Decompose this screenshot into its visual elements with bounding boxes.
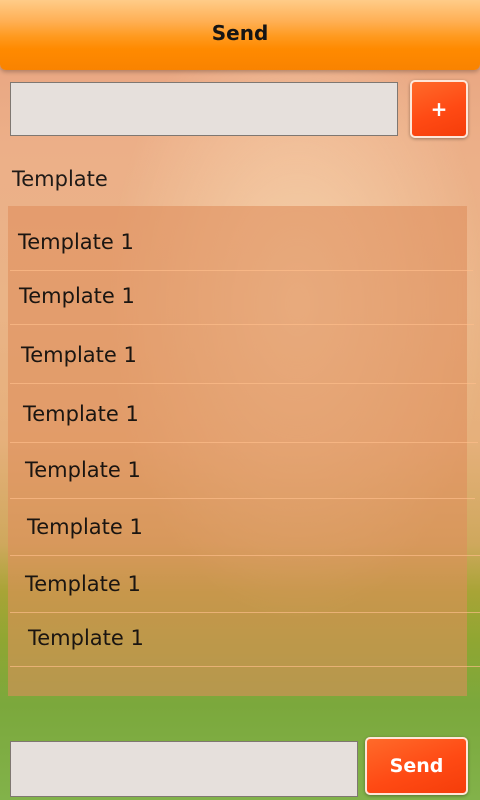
list-item[interactable]: Template 1 [10,268,474,324]
list-item[interactable]: Template 1 [10,499,480,555]
send-button[interactable]: Send [365,737,468,795]
list-item[interactable]: Template 1 [10,327,476,383]
template-input[interactable] [10,82,398,136]
add-template-button[interactable]: + [410,80,468,138]
template-section-label: Template [12,167,108,191]
list-item-label: Template 1 [25,458,141,482]
list-item[interactable]: Template 1 [10,556,480,612]
list-item-label: Template 1 [18,230,134,254]
list-item-label: Template 1 [21,343,137,367]
template-list: Template 1 Template 1 Template 1 Templat… [8,206,467,696]
list-item[interactable]: Template 1 [10,442,475,498]
message-input[interactable] [10,741,358,797]
list-item-label: Template 1 [28,626,144,650]
list-item-label: Template 1 [23,402,139,426]
app-header: Send [0,0,480,70]
list-item[interactable]: Template 1 [10,214,473,270]
list-item[interactable]: Template 1 [10,386,478,442]
list-item[interactable]: Template 1 [10,610,480,666]
list-item-label: Template 1 [19,284,135,308]
header-title: Send [211,21,269,45]
list-item-label: Template 1 [25,572,141,596]
list-item-label: Template 1 [27,515,143,539]
